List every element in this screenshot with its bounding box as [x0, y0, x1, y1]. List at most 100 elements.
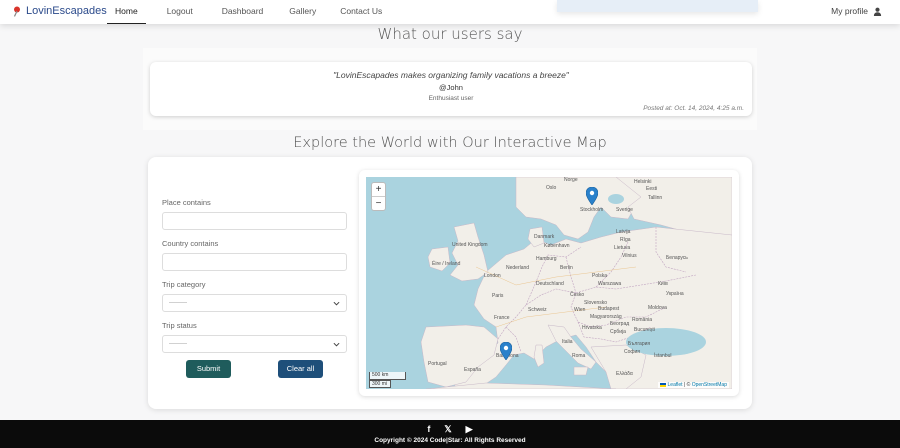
map-label: România [632, 317, 653, 323]
testimonials-title: What our users say [377, 25, 523, 43]
map-label: București [634, 327, 655, 333]
map-label: Česko [570, 292, 585, 298]
attribution-separator: | © [682, 382, 692, 388]
profile-link[interactable]: My profile [831, 6, 882, 16]
map-label: Stockholm [580, 207, 604, 213]
map-label: Berlin [560, 265, 573, 271]
map-label: Vilnius [622, 253, 637, 259]
review-author: @John [439, 83, 463, 92]
map-label: Беларусь [666, 255, 688, 261]
review-quote: "LovinEscapades makes organizing family … [333, 70, 569, 80]
map-label: Éire / Ireland [432, 261, 461, 267]
category-select-value: --------- [169, 300, 187, 306]
nav-logout[interactable]: Logout [159, 0, 201, 24]
map-label: Warszawa [598, 281, 622, 287]
copyright-text: Copyright © 2024 Code|Star: All Rights R… [374, 437, 526, 444]
map-label: Србија [610, 329, 626, 335]
map-label: Helsinki [634, 179, 652, 185]
map-label: Україна [666, 291, 684, 297]
map-label: Hamburg [536, 256, 557, 262]
review-posted-date: Posted at: Oct. 14, 2024, 4:25 a.m. [643, 105, 744, 112]
user-icon [873, 7, 882, 16]
category-select[interactable]: --------- [162, 294, 347, 312]
country-label: Country contains [162, 239, 219, 248]
map-label: Italia [562, 339, 573, 345]
nav-dashboard[interactable]: Dashboard [214, 0, 272, 24]
map-marker-stockholm[interactable] [586, 187, 598, 205]
zoom-control: + − [371, 182, 386, 211]
map-label: София [624, 349, 641, 355]
map-label: Београд [610, 321, 630, 327]
map-label: Lietuva [614, 245, 631, 251]
category-label: Trip category [162, 280, 206, 289]
openstreetmap-link[interactable]: OpenStreetMap [692, 382, 727, 388]
review-card: "LovinEscapades makes organizing family … [150, 62, 752, 116]
map-label: Oslo [546, 185, 557, 191]
status-select[interactable]: --------- [162, 335, 347, 353]
map-label: Danmark [534, 234, 555, 240]
zoom-out-button[interactable]: − [372, 197, 385, 211]
map-label: Tallinn [648, 195, 663, 201]
navbar: LovinEscapades Home Logout Dashboard Gal… [0, 0, 900, 24]
scale-km: 500 km [369, 372, 406, 380]
status-select-value: --------- [169, 341, 187, 347]
map-label: Roma [572, 353, 586, 359]
youtube-icon[interactable]: ▶ [466, 424, 473, 435]
map-label: Nederland [506, 265, 530, 271]
pushpin-icon [13, 6, 20, 17]
map-label: España [464, 367, 481, 373]
chevron-down-icon [333, 342, 340, 347]
submit-button[interactable]: Submit [186, 360, 231, 378]
brand-name: LovinEscapades [26, 5, 107, 17]
social-links: f 𝕏 ▶ [0, 424, 900, 435]
map-label: Київ [658, 281, 668, 287]
clear-all-button[interactable]: Clear all [278, 360, 323, 378]
map-label: Schweiz [528, 307, 547, 313]
map-attribution: Leaflet | © OpenStreetMap [658, 382, 729, 388]
map-section-title: Explore the World with Our Interactive M… [293, 135, 607, 151]
review-author-role: Enthusiast user [428, 95, 474, 102]
footer: f 𝕏 ▶ Copyright © 2024 Code|Star: All Ri… [0, 420, 900, 448]
zoom-in-button[interactable]: + [372, 183, 385, 197]
map-label: България [628, 341, 651, 347]
map-label: Polska [592, 273, 608, 279]
nav-links: Home Logout Dashboard Gallery Contact Us [107, 0, 390, 24]
chevron-down-icon [333, 301, 340, 306]
nav-gallery[interactable]: Gallery [281, 0, 324, 24]
status-label: Trip status [162, 321, 197, 330]
map-label: Latvija [616, 229, 631, 235]
country-input[interactable] [162, 253, 347, 271]
map-label: Hrvatska [582, 325, 602, 331]
map-label: İstanbul [654, 353, 672, 359]
nav-contact-us[interactable]: Contact Us [332, 0, 390, 24]
map-label: Sverige [616, 207, 633, 213]
place-label: Place contains [162, 198, 211, 207]
map-label: Rīga [620, 237, 631, 243]
map-marker-barcelona[interactable] [500, 342, 512, 360]
scale-mi: 300 mi [369, 380, 391, 388]
map-label: Portugal [428, 361, 447, 367]
nav-home[interactable]: Home [107, 0, 146, 24]
map-label: London [484, 273, 501, 279]
map-label: Paris [492, 293, 504, 299]
map-label: United Kingdom [452, 242, 488, 248]
facebook-icon[interactable]: f [427, 424, 430, 435]
map-label: Ελλάδα [616, 371, 633, 377]
map-label: Deutschland [536, 281, 564, 287]
map-label: København [544, 243, 570, 249]
map-label: Magyarország [590, 314, 622, 320]
leaflet-link[interactable]: Leaflet [668, 382, 683, 388]
ukraine-flag-icon [660, 382, 667, 387]
carousel-image-edge [557, 0, 758, 12]
map-label: France [494, 315, 510, 321]
twitter-icon[interactable]: 𝕏 [444, 424, 451, 435]
brand[interactable]: LovinEscapades [12, 5, 107, 17]
map-label: Norge [564, 177, 578, 183]
map-label: Moldova [648, 305, 667, 311]
map-label: Budapest [598, 306, 620, 312]
place-input[interactable] [162, 212, 347, 230]
interactive-map[interactable]: Eesti Tallinn Helsinki Stockholm Sverige… [366, 177, 732, 389]
profile-label: My profile [831, 6, 868, 16]
map-label: Eesti [646, 186, 658, 192]
map-label: Wien [574, 307, 586, 313]
